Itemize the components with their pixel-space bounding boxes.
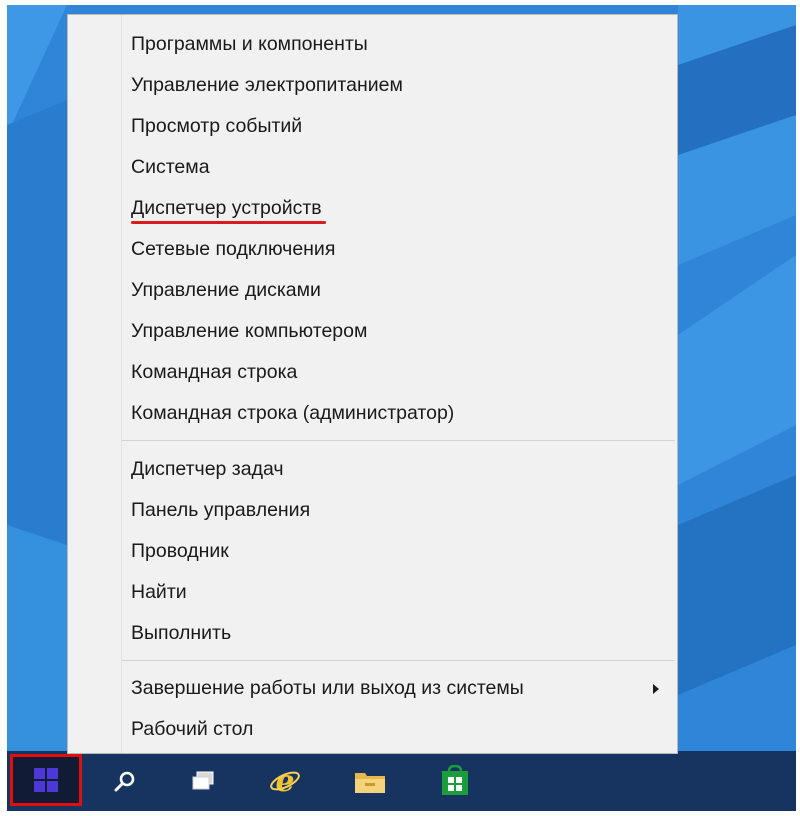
menu-item-system[interactable]: Система (122, 147, 677, 188)
menu-item-label: Проводник (131, 540, 229, 562)
menu-item-search[interactable]: Найти (122, 572, 677, 613)
taskbar-task-view-button[interactable] (183, 761, 223, 801)
quick-link-context-menu: Программы и компоненты Управление электр… (67, 14, 678, 754)
menu-item-run[interactable]: Выполнить (122, 613, 677, 654)
menu-item-label: Диспетчер задач (131, 458, 284, 480)
search-icon (114, 771, 135, 792)
menu-item-file-explorer[interactable]: Проводник (122, 531, 677, 572)
taskbar-file-explorer-button[interactable] (350, 761, 390, 801)
menu-item-programs-and-features[interactable]: Программы и компоненты (122, 24, 677, 65)
menu-item-label: Найти (131, 581, 187, 603)
menu-item-label: Сетевые подключения (131, 238, 336, 260)
menu-item-control-panel[interactable]: Панель управления (122, 490, 677, 531)
windows-logo-icon (34, 768, 58, 792)
menu-separator (122, 440, 675, 441)
menu-item-shutdown-or-sign-out[interactable]: Завершение работы или выход из системы (122, 668, 677, 709)
device-manager-red-underline (131, 221, 326, 224)
menu-item-desktop[interactable]: Рабочий стол (122, 709, 677, 750)
menu-item-label: Рабочий стол (131, 718, 254, 740)
taskbar: e (7, 751, 796, 811)
menu-item-label: Просмотр событий (131, 115, 303, 137)
taskbar-internet-explorer-button[interactable]: e (265, 761, 305, 801)
menu-item-network-connections[interactable]: Сетевые подключения (122, 229, 677, 270)
menu-item-power-options[interactable]: Управление электропитанием (122, 65, 677, 106)
menu-separator (122, 660, 675, 661)
menu-item-label: Управление компьютером (131, 320, 368, 342)
menu-item-disk-management[interactable]: Управление дисками (122, 270, 677, 311)
internet-explorer-icon: e (270, 764, 300, 798)
menu-item-command-prompt-admin[interactable]: Командная строка (администратор) (122, 393, 677, 434)
menu-item-label: Программы и компоненты (131, 33, 368, 55)
task-view-icon (192, 771, 214, 790)
menu-item-label: Система (131, 156, 210, 178)
menu-item-command-prompt[interactable]: Командная строка (122, 352, 677, 393)
file-explorer-icon (355, 773, 385, 793)
menu-item-label: Управление электропитанием (131, 74, 403, 96)
submenu-arrow-icon (653, 683, 659, 694)
menu-item-device-manager[interactable]: Диспетчер устройств (122, 188, 677, 229)
menu-item-label: Завершение работы или выход из системы (131, 677, 524, 699)
taskbar-search-button[interactable] (105, 761, 145, 801)
menu-item-computer-management[interactable]: Управление компьютером (122, 311, 677, 352)
menu-item-label: Управление дисками (131, 279, 321, 301)
menu-item-label: Командная строка (администратор) (131, 402, 455, 424)
svg-text:e: e (275, 764, 294, 798)
menu-item-label: Командная строка (131, 361, 298, 383)
screenshot-frame: e Программы и компоненты Управление элек… (0, 0, 800, 816)
menu-item-task-manager[interactable]: Диспетчер задач (122, 449, 677, 490)
menu-item-label: Выполнить (131, 622, 232, 644)
menu-item-event-viewer[interactable]: Просмотр событий (122, 106, 677, 147)
start-button[interactable] (10, 754, 82, 806)
store-icon (442, 765, 468, 795)
menu-item-label: Диспетчер устройств (131, 197, 322, 219)
taskbar-store-button[interactable] (435, 761, 475, 801)
menu-item-label: Панель управления (131, 499, 311, 521)
